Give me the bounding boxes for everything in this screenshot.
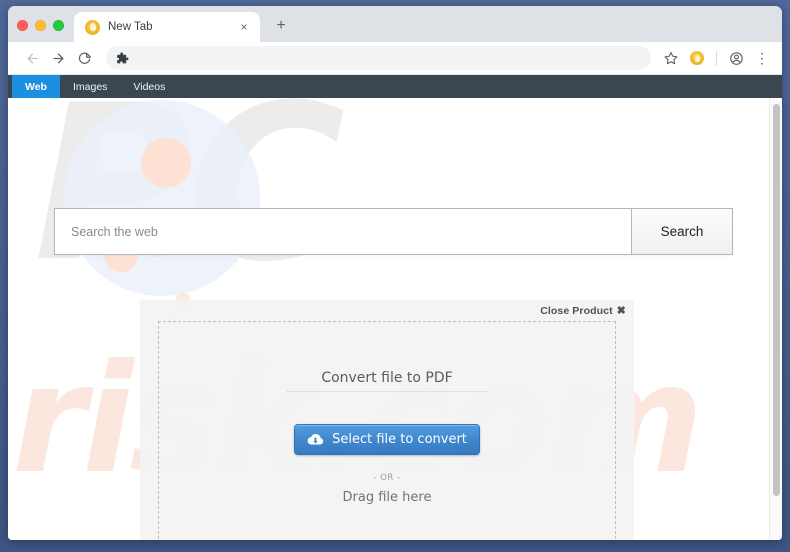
toolbar-actions: ⋮ — [659, 46, 774, 70]
page-content: PC risk.com Search Close Product ✖ Co — [8, 98, 782, 540]
tab-title: New Tab — [108, 21, 153, 33]
search-input[interactable] — [55, 209, 631, 254]
nav-tab-web[interactable]: Web — [12, 75, 60, 98]
back-icon[interactable] — [20, 46, 44, 70]
close-window-button[interactable] — [17, 20, 28, 31]
bookmark-star-icon[interactable] — [659, 46, 683, 70]
maximize-window-button[interactable] — [53, 20, 64, 31]
or-divider-label: - OR - — [373, 473, 401, 483]
site-nav-strip: Web Images Videos — [8, 75, 782, 98]
lightbulb-favicon — [85, 19, 100, 35]
forward-icon[interactable] — [46, 46, 70, 70]
select-file-button[interactable]: Select file to convert — [294, 424, 480, 455]
close-icon[interactable]: ✖ — [617, 304, 626, 317]
cloud-upload-icon — [307, 431, 324, 448]
scrollbar-thumb[interactable] — [773, 104, 780, 496]
nav-tab-videos[interactable]: Videos — [120, 75, 178, 98]
extension-icon[interactable] — [685, 46, 709, 70]
browser-menu-icon[interactable]: ⋮ — [750, 46, 774, 70]
close-product-label: Close Product — [540, 304, 613, 317]
drag-file-label: Drag file here — [342, 490, 432, 505]
toolbar-divider — [716, 50, 717, 66]
browser-toolbar: ⋮ — [8, 42, 782, 75]
search-button[interactable]: Search — [631, 209, 732, 254]
puzzle-piece-icon — [116, 52, 129, 65]
minimize-window-button[interactable] — [35, 20, 46, 31]
tab-strip: New Tab × + — [8, 6, 782, 42]
close-tab-icon[interactable]: × — [236, 19, 252, 35]
window-controls — [8, 20, 74, 42]
select-file-label: Select file to convert — [332, 432, 467, 447]
browser-tab[interactable]: New Tab × — [74, 12, 260, 42]
nav-tab-images[interactable]: Images — [60, 75, 120, 98]
new-tab-button[interactable]: + — [268, 13, 294, 39]
reload-icon[interactable] — [72, 46, 96, 70]
decorative-dot — [141, 138, 191, 188]
widget-title: Convert file to PDF — [287, 370, 487, 392]
search-bar: Search — [54, 208, 733, 255]
address-bar[interactable] — [106, 46, 651, 70]
file-dropzone[interactable]: Convert file to PDF Select file to conve… — [158, 321, 616, 540]
browser-window: New Tab × + ⋮ Web Images Videos Search t… — [8, 6, 782, 540]
profile-avatar-icon[interactable] — [724, 46, 748, 70]
page-scrollbar[interactable] — [769, 98, 782, 540]
desktop-background: New Tab × + ⋮ Web Images Videos Search t… — [0, 0, 790, 552]
decorative-circle — [64, 100, 260, 296]
close-product-button[interactable]: Close Product ✖ — [540, 304, 626, 318]
pdf-converter-widget: Close Product ✖ Convert file to PDF Sele… — [140, 300, 634, 540]
